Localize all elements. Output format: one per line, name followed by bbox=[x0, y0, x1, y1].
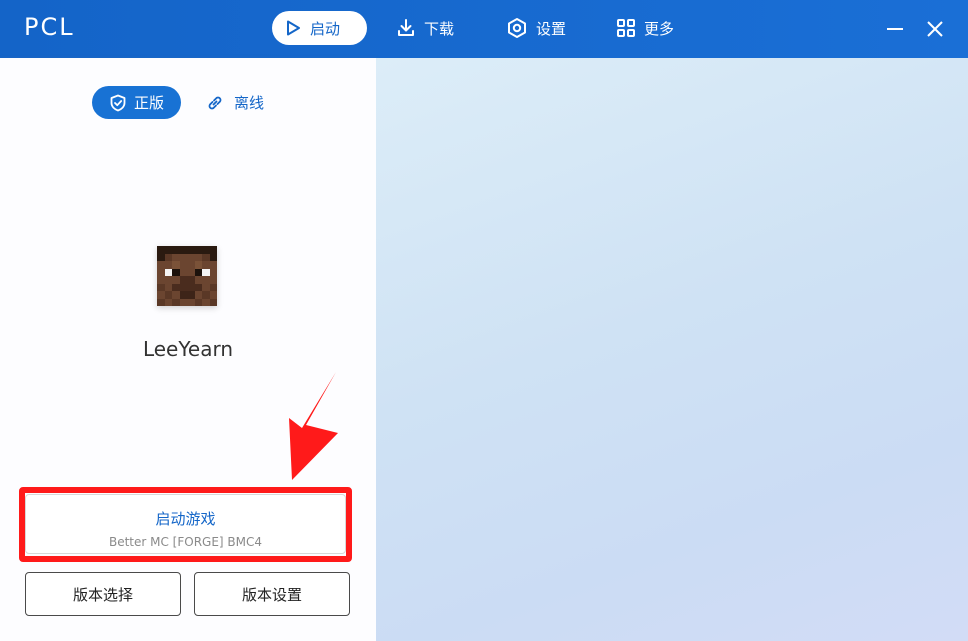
launcher-window: PCL 启动 下载 设置 更多 正版 离线 LeeYearn 启动游戏 Bett… bbox=[0, 0, 968, 641]
avatar-pixel bbox=[209, 268, 217, 276]
avatar-pixel bbox=[164, 298, 172, 306]
avatar-pixel bbox=[164, 283, 172, 291]
avatar-pixel bbox=[179, 268, 187, 276]
avatar-pixel bbox=[179, 276, 187, 284]
avatar-pixel bbox=[202, 276, 210, 284]
avatar-pixel bbox=[187, 283, 195, 291]
version-settings-button[interactable]: 版本设置 bbox=[194, 572, 350, 616]
avatar-pixel bbox=[209, 261, 217, 269]
avatar-pixel bbox=[194, 261, 202, 269]
link-icon bbox=[208, 96, 222, 109]
avatar-pixel bbox=[157, 253, 165, 261]
avatar-pixel bbox=[209, 298, 217, 306]
avatar-pixel bbox=[179, 261, 187, 269]
avatar-pixel bbox=[157, 283, 165, 291]
avatar-pixel bbox=[157, 276, 165, 284]
avatar bbox=[157, 246, 217, 306]
avatar-pixel bbox=[157, 261, 165, 269]
avatar-pixel bbox=[187, 276, 195, 284]
launch-game-button[interactable]: 启动游戏 Better MC [FORGE] BMC4 bbox=[25, 494, 346, 554]
shield-check-icon bbox=[110, 94, 126, 111]
avatar-pixel bbox=[202, 283, 210, 291]
download-icon bbox=[398, 19, 414, 36]
avatar-pixel bbox=[172, 276, 180, 284]
app-logo: PCL bbox=[24, 13, 75, 41]
avatar-pixel bbox=[172, 246, 180, 254]
tab-more-label: 更多 bbox=[644, 19, 675, 38]
avatar-pixel bbox=[172, 253, 180, 261]
tab-settings[interactable]: 设置 bbox=[494, 11, 580, 45]
avatar-pixel bbox=[179, 283, 187, 291]
avatar-pixel bbox=[164, 246, 172, 254]
avatar-pixel bbox=[172, 298, 180, 306]
official-mode-button[interactable]: 正版 bbox=[92, 86, 181, 119]
avatar-pixel bbox=[172, 291, 180, 299]
offline-mode-button[interactable]: 离线 bbox=[206, 86, 264, 119]
avatar-pixel bbox=[164, 268, 172, 276]
official-mode-label: 正版 bbox=[133, 94, 164, 112]
close-icon bbox=[927, 21, 943, 37]
avatar-pixel bbox=[202, 268, 210, 276]
avatar-pixel bbox=[157, 291, 165, 299]
avatar-pixel bbox=[209, 276, 217, 284]
avatar-pixel bbox=[157, 246, 165, 254]
username-label: LeeYearn bbox=[142, 337, 234, 361]
avatar-pixel bbox=[164, 253, 172, 261]
tab-download-label: 下载 bbox=[424, 19, 455, 38]
settings-icon bbox=[508, 18, 526, 38]
avatar-pixel bbox=[179, 253, 187, 261]
avatar-pixel bbox=[209, 253, 217, 261]
avatar-pixel bbox=[179, 246, 187, 254]
avatar-pixel bbox=[187, 291, 195, 299]
avatar-pixel bbox=[194, 283, 202, 291]
avatar-pixel bbox=[202, 253, 210, 261]
avatar-pixel bbox=[164, 276, 172, 284]
avatar-pixel bbox=[194, 246, 202, 254]
avatar-pixel bbox=[157, 268, 165, 276]
avatar-pixel bbox=[164, 261, 172, 269]
avatar-pixel bbox=[202, 261, 210, 269]
avatar-pixel bbox=[164, 291, 172, 299]
avatar-pixel bbox=[209, 246, 217, 254]
avatar-pixel bbox=[194, 291, 202, 299]
minimize-button[interactable] bbox=[880, 14, 910, 44]
close-button[interactable] bbox=[920, 14, 950, 44]
avatar-pixel bbox=[187, 253, 195, 261]
avatar-pixel bbox=[172, 283, 180, 291]
avatar-pixel bbox=[194, 268, 202, 276]
offline-mode-label: 离线 bbox=[234, 94, 265, 112]
play-icon bbox=[287, 20, 300, 36]
avatar-pixel bbox=[194, 276, 202, 284]
content-area bbox=[376, 58, 968, 641]
tab-launch-label: 启动 bbox=[310, 19, 341, 38]
avatar-pixel bbox=[187, 268, 195, 276]
minimize-icon bbox=[887, 28, 903, 30]
tab-more[interactable]: 更多 bbox=[604, 11, 688, 45]
grid-icon bbox=[617, 19, 635, 37]
avatar-pixel bbox=[209, 283, 217, 291]
title-bar: PCL 启动 下载 设置 更多 bbox=[0, 0, 968, 58]
account-panel: 正版 离线 LeeYearn 启动游戏 Better MC [FORGE] BM… bbox=[0, 58, 376, 641]
tab-download[interactable]: 下载 bbox=[384, 11, 468, 45]
launch-game-label: 启动游戏 bbox=[155, 510, 216, 528]
selected-version-label: Better MC [FORGE] BMC4 bbox=[108, 535, 263, 549]
avatar-pixel bbox=[172, 261, 180, 269]
avatar-pixel bbox=[209, 291, 217, 299]
avatar-pixel bbox=[187, 261, 195, 269]
avatar-pixel bbox=[194, 253, 202, 261]
avatar-pixel bbox=[202, 291, 210, 299]
avatar-pixel bbox=[202, 246, 210, 254]
avatar-pixel bbox=[202, 298, 210, 306]
tab-settings-label: 设置 bbox=[536, 19, 567, 38]
avatar-pixel bbox=[172, 268, 180, 276]
avatar-pixel bbox=[157, 298, 165, 306]
avatar-pixel bbox=[194, 298, 202, 306]
tab-launch[interactable]: 启动 bbox=[272, 11, 367, 45]
avatar-pixel bbox=[187, 246, 195, 254]
version-select-button[interactable]: 版本选择 bbox=[25, 572, 181, 616]
avatar-pixel bbox=[187, 298, 195, 306]
avatar-pixel bbox=[179, 291, 187, 299]
avatar-pixel bbox=[179, 298, 187, 306]
